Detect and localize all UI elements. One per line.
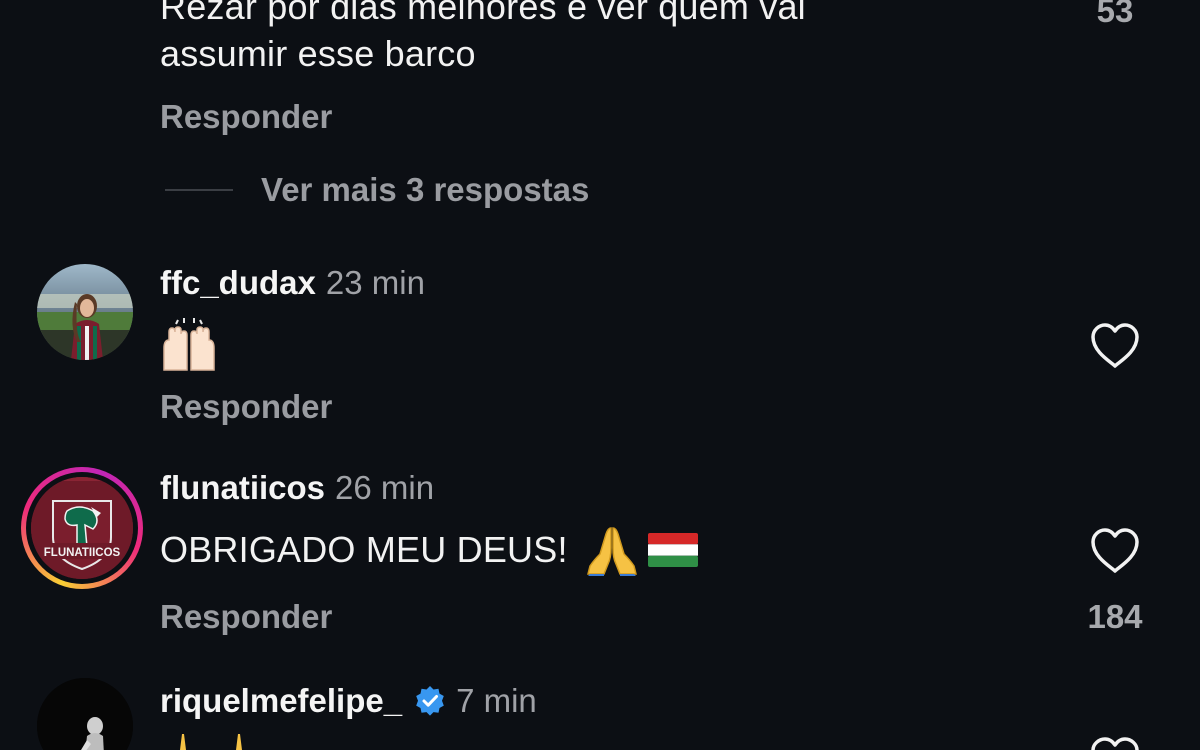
comment-1-text-line-2: assumir esse barco: [160, 33, 476, 74]
comment-3-timestamp: 26 min: [335, 469, 435, 506]
comment-4-like-heart-icon[interactable]: [1089, 736, 1141, 750]
comment-3-like-heart-icon[interactable]: [1089, 527, 1141, 575]
comment-3-body: OBRIGADO MEU DEUS!: [160, 524, 698, 576]
folded-hands-emoji: [584, 524, 640, 576]
comment-1-reply-button[interactable]: Responder: [160, 98, 332, 136]
comment-3-username[interactable]: flunatiicos: [160, 469, 325, 507]
comment-4-username[interactable]: riquelmefelipe_: [160, 682, 402, 720]
comment-3-text: OBRIGADO MEU DEUS!: [160, 529, 568, 570]
avatar-flunatiicos: FLUNATIICOS: [31, 477, 133, 579]
avatar-riquelmefelipe[interactable]: [37, 678, 133, 750]
avatar-ffc-dudax[interactable]: [37, 264, 133, 360]
more-replies-divider: [165, 189, 233, 191]
comments-screen: Rezar por dias melhores e ver quem vai a…: [0, 0, 1200, 750]
svg-text:FLUNATIICOS: FLUNATIICOS: [44, 547, 121, 559]
comment-4-emoji-partial: [160, 734, 270, 750]
comment-2-reply-button[interactable]: Responder: [160, 388, 332, 426]
comment-1-text-line-1: Rezar por dias melhores e ver quem vai: [160, 0, 806, 27]
verified-badge-icon: [414, 685, 446, 717]
avatar-flunatiicos-story-ring[interactable]: FLUNATIICOS: [21, 467, 143, 589]
comment-2-timestamp: 23 min: [325, 264, 425, 301]
comment-4-timestamp: 7 min: [456, 682, 537, 719]
comment-3-reply-button[interactable]: Responder: [160, 598, 332, 636]
view-more-replies-button[interactable]: Ver mais 3 respostas: [261, 171, 589, 209]
comment-2-like-heart-icon[interactable]: [1089, 322, 1141, 370]
comment-3-like-count: 184: [1087, 598, 1143, 635]
avatar-photo: [37, 264, 133, 360]
comment-1-like-count: 53: [1096, 0, 1134, 29]
comment-2-username[interactable]: ffc_dudax: [160, 264, 316, 302]
comment-3-header: flunatiicos 26 min: [160, 469, 434, 507]
flag-emoji: [647, 533, 698, 567]
raising-hands-emoji: [160, 318, 218, 374]
comment-4-header: riquelmefelipe_ 7 min: [160, 682, 537, 720]
comment-2-header: ffc_dudax 23 min: [160, 264, 425, 302]
avatar-photo: [37, 678, 133, 750]
flunatiicos-logo-icon: FLUNATIICOS: [31, 477, 133, 579]
